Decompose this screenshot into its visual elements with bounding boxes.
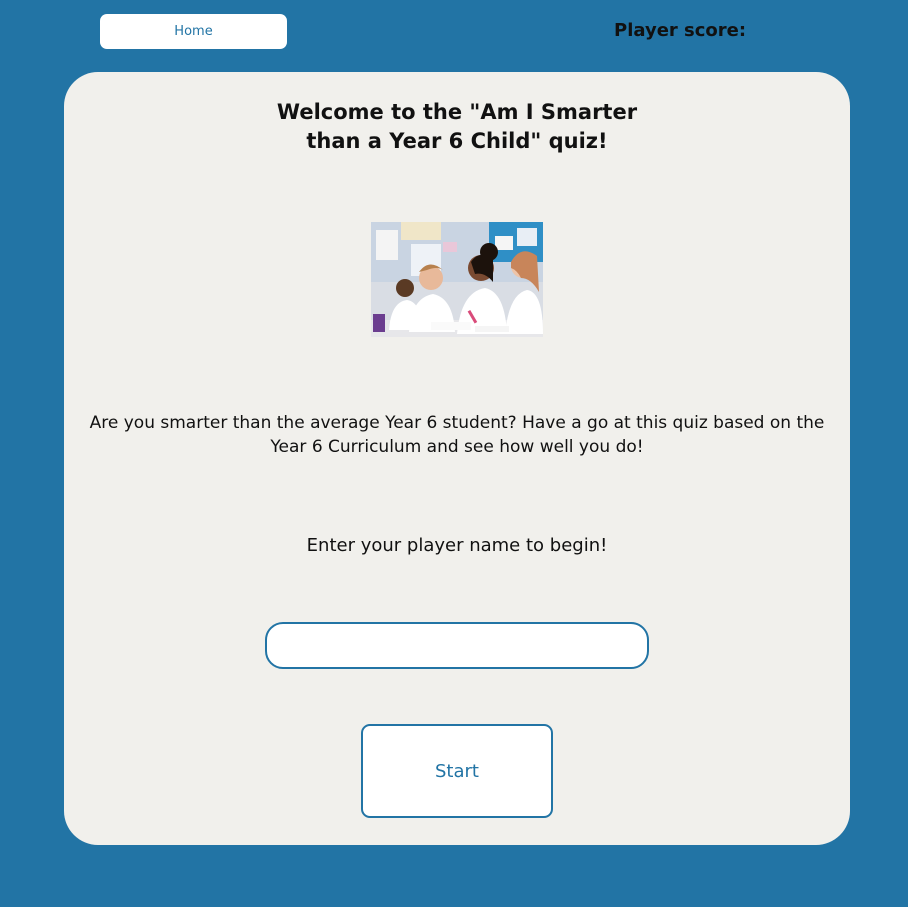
player-score-label: Player score:: [614, 20, 747, 41]
classroom-image: [371, 222, 543, 337]
home-button[interactable]: Home: [100, 14, 287, 49]
name-prompt: Enter your player name to begin!: [306, 535, 608, 556]
welcome-title: Welcome to the "Am I Smarter than a Year…: [257, 98, 657, 156]
start-button[interactable]: Start: [361, 724, 553, 818]
intro-text: Are you smarter than the average Year 6 …: [89, 413, 825, 457]
welcome-title-line-2: than a Year 6 Child" quiz!: [306, 129, 608, 153]
quiz-card: Welcome to the "Am I Smarter than a Year…: [64, 72, 850, 845]
welcome-title-line-1: Welcome to the "Am I Smarter: [276, 100, 638, 124]
player-name-input[interactable]: [265, 622, 649, 669]
